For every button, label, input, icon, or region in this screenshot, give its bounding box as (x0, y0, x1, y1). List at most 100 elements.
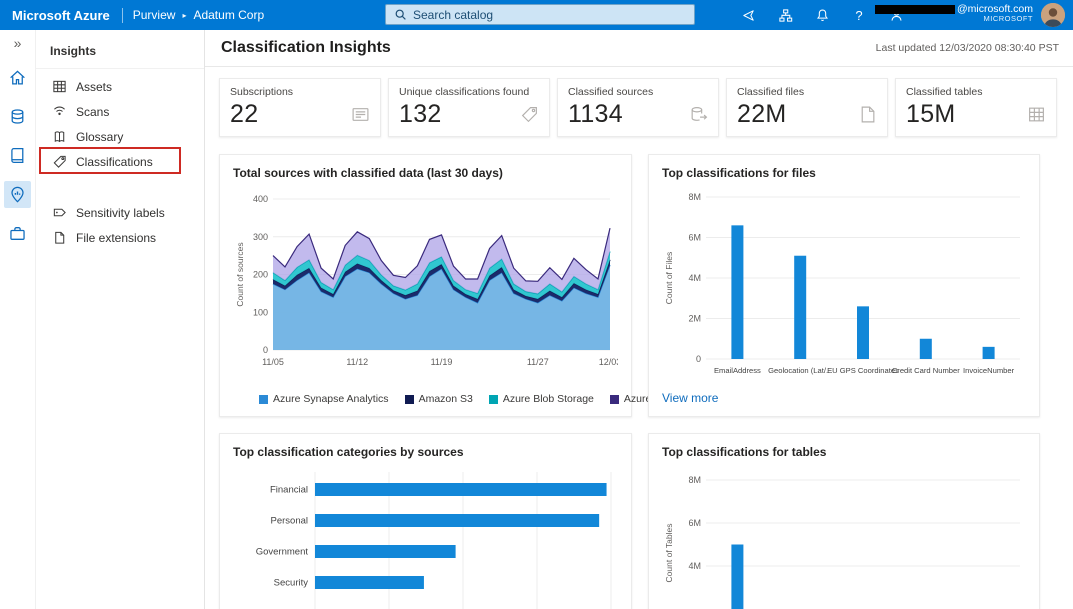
kpi-card-classified-tables: Classified tables 15M (895, 78, 1057, 137)
sidebar-item-scans[interactable]: Scans (36, 99, 204, 124)
avatar[interactable] (1041, 3, 1065, 27)
data-sources-icon[interactable] (4, 103, 31, 130)
avatar-image (1041, 3, 1065, 27)
chart-title: Top classifications for tables (662, 445, 1026, 459)
sidebar-item-label: Scans (76, 105, 109, 119)
stacked-area-chart: 010020030040011/0511/1211/1911/2712/03Co… (233, 187, 618, 371)
scans-icon (51, 104, 67, 120)
legend-item[interactable]: Azure Blob Storage (489, 393, 594, 405)
search-icon (394, 8, 407, 21)
legend-swatch (405, 395, 414, 404)
sidebar-item-label: Assets (76, 80, 112, 94)
page-header: Classification Insights Last updated 12/… (205, 30, 1073, 67)
management-icon[interactable] (4, 220, 31, 247)
breadcrumb-purview[interactable]: Purview (133, 8, 176, 22)
svg-text:12/03: 12/03 (599, 357, 618, 367)
kpi-card-unique-classifications: Unique classifications found 132 (388, 78, 550, 137)
last-updated: Last updated 12/03/2020 08:30:40 PST (876, 42, 1059, 54)
sidebar-item-glossary[interactable]: Glossary (36, 124, 204, 149)
main-content: Classification Insights Last updated 12/… (205, 30, 1073, 609)
unique-classifications-icon (520, 105, 539, 124)
kpi-value: 15M (906, 100, 1046, 129)
insights-icon[interactable] (4, 181, 31, 208)
sidebar-item-label: Sensitivity labels (76, 206, 165, 220)
svg-text:100: 100 (253, 307, 268, 317)
chart-legend: Azure Synapse Analytics Amazon S3 Azure Bl… (233, 393, 618, 405)
kpi-value: 22 (230, 100, 370, 129)
sidebar-header: Insights (36, 36, 204, 69)
help-icon[interactable]: ? (850, 6, 868, 24)
glossary-icon (51, 129, 67, 145)
svg-text:2M: 2M (688, 314, 701, 324)
svg-text:EU GPS Coordinates: EU GPS Coordinates (827, 366, 899, 375)
classified-tables-icon (1027, 105, 1046, 124)
kpi-label: Classified sources (568, 86, 708, 98)
breadcrumb-org[interactable]: Adatum Corp (193, 8, 264, 22)
legend-label: Amazon S3 (419, 393, 473, 405)
chart-title: Top classifications for files (662, 166, 1026, 180)
svg-text:Count of sources: Count of sources (235, 242, 245, 306)
subscriptions-icon (351, 105, 370, 124)
legend-item[interactable]: Azure Synapse Analytics (259, 393, 389, 405)
sidebar-item-assets[interactable]: Assets (36, 74, 204, 99)
page-title: Classification Insights (221, 39, 391, 57)
tables-bar-chart: 4M6M8MCount of Tables (662, 466, 1026, 609)
svg-text:0: 0 (263, 345, 268, 355)
kpi-value: 22M (737, 100, 877, 129)
send-feedback-icon[interactable] (739, 6, 757, 24)
svg-text:Geolocation (Lat/...: Geolocation (Lat/... (768, 366, 832, 375)
kpi-label: Classified tables (906, 86, 1046, 98)
sidebar-item-label: Glossary (76, 130, 123, 144)
chart-title: Top classification categories by sources (233, 445, 618, 459)
data-catalog-icon[interactable] (4, 142, 31, 169)
svg-text:400: 400 (253, 194, 268, 204)
breadcrumb: Purview ▸ Adatum Corp (133, 8, 264, 22)
svg-text:EmailAddress: EmailAddress (714, 366, 761, 375)
search-box (385, 4, 695, 25)
nav-rail: » (0, 30, 36, 609)
svg-text:200: 200 (253, 270, 268, 280)
svg-text:Financial: Financial (270, 485, 308, 496)
svg-text:6M: 6M (688, 518, 701, 528)
legend-swatch (489, 395, 498, 404)
svg-text:0: 0 (696, 354, 701, 364)
legend-swatch (259, 395, 268, 404)
chart-title: Total sources with classified data (last… (233, 166, 618, 180)
sidebar-item-file-extensions[interactable]: File extensions (36, 225, 204, 250)
chart-panel-total-sources: Total sources with classified data (last… (219, 154, 632, 417)
notifications-icon[interactable] (813, 6, 831, 24)
classified-files-icon (858, 105, 877, 124)
files-bar-chart: 02M4M6M8MEmailAddressGeolocation (Lat/..… (662, 187, 1026, 385)
search-input[interactable] (413, 8, 686, 22)
categories-hbar-chart: FinancialPersonalGovernmentSecurity (233, 466, 620, 609)
expand-collapse-icon[interactable]: » (14, 34, 22, 52)
account-info[interactable]: @microsoft.com MICROSOFT (875, 3, 1033, 24)
sidebar-item-classifications[interactable]: Classifications (36, 149, 204, 174)
svg-text:6M: 6M (688, 233, 701, 243)
view-more-link[interactable]: View more (662, 391, 718, 405)
svg-text:11/27: 11/27 (527, 357, 549, 367)
svg-text:11/05: 11/05 (262, 357, 284, 367)
svg-text:Government: Government (256, 547, 309, 558)
chart-panel-categories: Top classification categories by sources… (219, 433, 632, 609)
sidebar-item-label: File extensions (76, 231, 156, 245)
svg-text:Credit Card Number: Credit Card Number (892, 366, 960, 375)
svg-text:Count of Tables: Count of Tables (664, 524, 674, 583)
sidebar-item-label: Classifications (76, 155, 153, 169)
svg-text:4M: 4M (688, 561, 701, 571)
directory-icon[interactable] (776, 6, 794, 24)
home-icon[interactable] (4, 64, 31, 91)
kpi-card-classified-sources: Classified sources 1134 (557, 78, 719, 137)
chart-panel-top-files: Top classifications for files 02M4M6M8ME… (648, 154, 1040, 417)
kpi-label: Classified files (737, 86, 877, 98)
sidebar-item-sensitivity-labels[interactable]: Sensitivity labels (36, 200, 204, 225)
azure-brand[interactable]: Microsoft Azure (0, 8, 118, 23)
kpi-label: Subscriptions (230, 86, 370, 98)
top-bar: Microsoft Azure Purview ▸ Adatum Corp ? (0, 0, 1073, 30)
classifications-icon (51, 154, 67, 170)
sensitivity-labels-icon (51, 205, 67, 221)
charts-grid: Total sources with classified data (last… (219, 154, 1057, 609)
legend-item[interactable]: Amazon S3 (405, 393, 473, 405)
kpi-value: 132 (399, 100, 539, 129)
legend-label: Azure Blob Storage (503, 393, 594, 405)
